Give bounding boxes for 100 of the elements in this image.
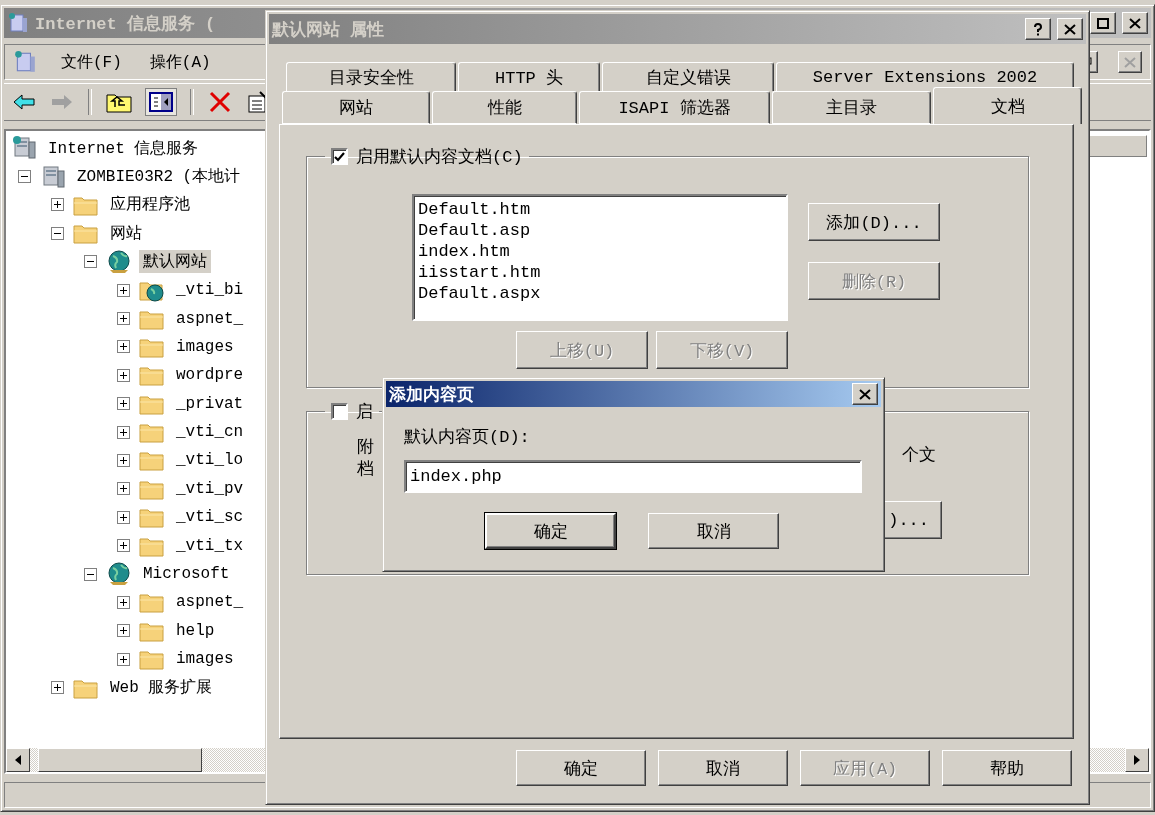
list-item[interactable]: Default.htm (418, 199, 782, 220)
tree-item[interactable]: wordpre (172, 365, 248, 386)
collapse-box[interactable] (84, 567, 97, 581)
expand-box[interactable] (117, 368, 130, 382)
checkbox[interactable] (331, 148, 348, 165)
description-text: 附 (357, 437, 374, 459)
list-item[interactable]: index.htm (418, 241, 782, 262)
question-mark-icon (1033, 22, 1043, 36)
tree-item[interactable]: _vti_tx (172, 535, 248, 556)
scroll-right-button[interactable] (1125, 748, 1149, 772)
scroll-left-button[interactable] (6, 748, 30, 772)
tab[interactable]: Server Extensions 2002 (776, 62, 1074, 91)
check-icon (334, 151, 345, 162)
list-item[interactable]: Default.aspx (418, 283, 782, 304)
checkbox-label: 启用默认内容文档(C) (356, 146, 523, 168)
expand-box[interactable] (117, 482, 130, 496)
computer-icon (11, 136, 37, 161)
dialog-button[interactable]: 取消 (648, 513, 779, 549)
expand-box[interactable] (117, 425, 130, 439)
up-folder-icon[interactable] (106, 91, 132, 113)
collapse-box[interactable] (18, 170, 31, 184)
input-field[interactable]: index.php (404, 460, 862, 493)
show-tree-icon[interactable] (146, 89, 176, 115)
expand-box[interactable] (117, 283, 130, 297)
close-button[interactable] (852, 383, 878, 405)
tab[interactable]: 性能 (432, 91, 577, 124)
tree-item[interactable]: images (172, 336, 238, 357)
tree-item[interactable]: Internet 信息服务 (44, 136, 203, 160)
description-text: 档 (357, 459, 374, 481)
expand-box[interactable] (51, 198, 64, 212)
expand-box[interactable] (117, 595, 130, 609)
dialog-title: 默认网站 属性 (272, 19, 385, 41)
app-icon (13, 50, 37, 74)
close-icon (1124, 56, 1136, 68)
tree-item[interactable]: 网站 (106, 221, 146, 245)
maximize-icon (1097, 17, 1109, 29)
help-button[interactable] (1025, 18, 1051, 40)
collapse-box[interactable] (84, 255, 97, 269)
app-icon (7, 12, 29, 34)
expand-box[interactable] (117, 454, 130, 467)
tab[interactable]: 文档 (933, 87, 1082, 124)
right-arrow-icon (1134, 755, 1140, 765)
menu-item[interactable]: 操作(A) (145, 51, 215, 73)
globe-icon (106, 562, 132, 587)
list-item[interactable]: iisstart.htm (418, 262, 782, 283)
delete-icon[interactable] (208, 90, 232, 114)
expand-box[interactable] (51, 681, 64, 695)
expand-box[interactable] (117, 312, 130, 326)
computer-icon (40, 164, 66, 189)
expand-box[interactable] (117, 624, 130, 638)
checkbox[interactable] (331, 403, 348, 420)
dialog-button[interactable]: 确定 (516, 750, 646, 786)
tree-item[interactable]: _vti_sc (172, 507, 248, 528)
tree-item[interactable]: aspnet_ (172, 592, 248, 613)
left-arrow-icon (15, 755, 21, 765)
checkbox-label: 启 (356, 401, 373, 423)
globe-icon (106, 249, 132, 274)
back-arrow-icon[interactable] (12, 92, 36, 112)
list-item[interactable]: Default.asp (418, 220, 782, 241)
tree-item[interactable]: help (172, 620, 219, 641)
tree-item[interactable]: _vti_lo (172, 450, 248, 471)
close-icon (1129, 17, 1141, 29)
expand-box[interactable] (117, 652, 130, 666)
tree-item[interactable]: ZOMBIE03R2 (本地计 (73, 165, 245, 189)
description-text: 个文 (902, 445, 936, 467)
dialog-button[interactable]: 确定 (485, 513, 616, 549)
list-button[interactable]: 添加(D)... (808, 203, 940, 241)
dialog-button[interactable]: 取消 (658, 750, 788, 786)
collapse-box[interactable] (51, 226, 64, 240)
close-button[interactable] (1118, 51, 1142, 73)
close-icon (859, 388, 871, 400)
tab[interactable]: 主目录 (772, 91, 931, 124)
tab[interactable]: 目录安全性 (286, 62, 456, 91)
maximize-button[interactable] (1090, 12, 1116, 34)
tab[interactable]: ISAPI 筛选器 (579, 91, 770, 124)
close-button[interactable] (1122, 12, 1148, 34)
expand-box[interactable] (117, 340, 130, 354)
tree-item[interactable]: _vti_pv (172, 478, 248, 499)
scroll-thumb[interactable] (38, 748, 202, 772)
close-icon (1064, 23, 1076, 35)
tree-item[interactable]: Web 服务扩展 (106, 676, 217, 700)
close-button[interactable] (1057, 18, 1083, 40)
menu-item[interactable]: 文件(F) (57, 51, 126, 73)
tab[interactable]: 网站 (282, 91, 430, 124)
tree-item[interactable]: _vti_bi (172, 280, 248, 301)
tab[interactable]: 自定义错误 (602, 62, 774, 91)
tree-item[interactable]: 默认网站 (139, 250, 211, 274)
field-label: 默认内容页(D): (404, 426, 531, 448)
expand-box[interactable] (117, 397, 130, 411)
tree-item[interactable]: Microsoft (139, 564, 234, 585)
tree-item[interactable]: images (172, 649, 238, 670)
tree-item[interactable]: _privat (172, 393, 248, 414)
dialog-button[interactable]: 帮助 (942, 750, 1072, 786)
tree-item[interactable]: 应用程序池 (106, 193, 194, 217)
tree-item[interactable]: aspnet_ (172, 308, 248, 329)
tree-item[interactable]: _vti_cn (172, 422, 248, 443)
expand-box[interactable] (117, 510, 130, 524)
dialog-title: 添加内容页 (389, 384, 474, 406)
expand-box[interactable] (117, 539, 130, 553)
tab[interactable]: HTTP 头 (458, 62, 600, 91)
